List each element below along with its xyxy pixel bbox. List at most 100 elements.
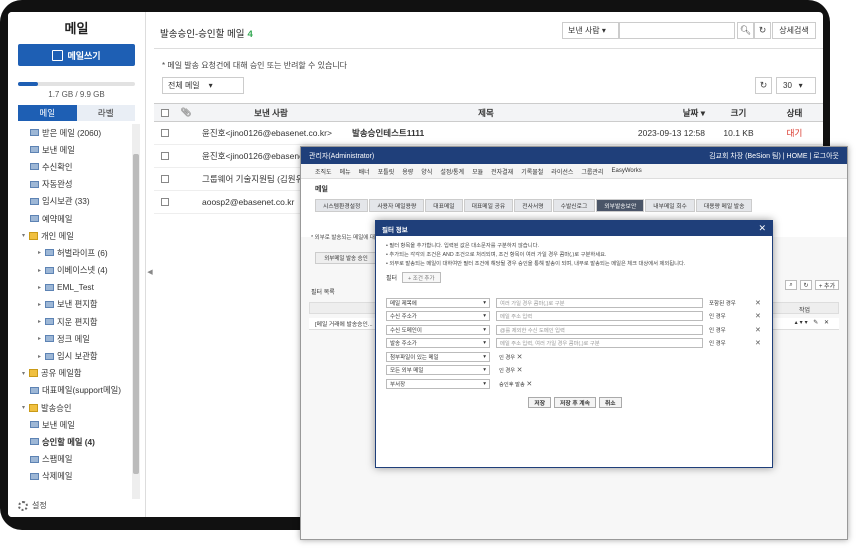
sidebar-item[interactable]: ▸ 정크 메일 xyxy=(8,330,134,347)
sidebar-item[interactable]: 스팸메일 xyxy=(8,451,134,468)
admin-nav-item[interactable]: EasyWorks xyxy=(611,168,641,174)
condition-input[interactable]: 메일 주소 입력 xyxy=(496,311,703,322)
sidebar-item[interactable]: 삭제메일 xyxy=(8,468,134,485)
remove-icon[interactable]: ✕ xyxy=(517,353,523,361)
admin-tab[interactable]: 수발신로그 xyxy=(552,199,596,212)
admin-add-button[interactable]: + 추가 xyxy=(815,280,839,290)
admin-tab[interactable]: 전사서명 xyxy=(514,199,552,212)
settings-button[interactable]: 설정 xyxy=(18,500,47,511)
collapse-handle[interactable]: ◀ xyxy=(146,252,154,292)
remove-icon[interactable]: ✕ xyxy=(755,299,761,307)
table-row[interactable]: 윤진호<jino0126@ebasenet.co.kr> 발송승인테스트1111 2… xyxy=(154,122,823,145)
condition-input[interactable]: 메일 주소 입력, 여러 가일 경우 콤마(,)로 구분 xyxy=(496,338,703,349)
tab-label[interactable]: 라벨 xyxy=(76,105,135,121)
admin-tab[interactable]: 대용량 메일 발송 xyxy=(695,199,753,212)
col-status[interactable]: 상태 xyxy=(766,107,823,119)
admin-nav-item[interactable]: 조직도 xyxy=(315,167,332,176)
col-subject[interactable]: 제목 xyxy=(346,107,626,119)
admin-nav-item[interactable]: 그룹관리 xyxy=(581,167,603,176)
sidebar-item[interactable]: 예약메일 xyxy=(8,210,134,227)
sidebar-item[interactable]: ▸ 허벌라이프 (6) xyxy=(8,244,134,261)
admin-nav-item[interactable]: 기록물철 xyxy=(521,167,543,176)
save-button[interactable]: 저장 xyxy=(528,397,552,408)
condition-input[interactable]: 여러 가일 경우 콤마(,)로 구분 xyxy=(496,297,703,308)
sidebar-item[interactable]: 승인할 메일 (4) xyxy=(8,433,134,450)
sidebar-item[interactable]: 보낸 메일 xyxy=(8,141,134,158)
list-refresh-button[interactable]: ↻ xyxy=(755,77,772,94)
refresh-button[interactable]: ↻ xyxy=(754,22,771,39)
admin-nav-item[interactable]: 용량 xyxy=(402,167,413,176)
remove-icon[interactable]: ✕ xyxy=(526,380,532,388)
admin-nav-item[interactable]: 모듈 xyxy=(472,167,483,176)
sidebar-item[interactable]: 받은 메일 (2060) xyxy=(8,124,134,141)
select-all-checkbox[interactable] xyxy=(161,108,169,117)
row-checkbox[interactable] xyxy=(161,129,169,137)
sidebar-item[interactable]: 자동완성 xyxy=(8,176,134,193)
sidebar-item[interactable]: ▾ 개인 메일 xyxy=(8,227,134,244)
sidebar-item[interactable]: ▾ 공유 메일함 xyxy=(8,365,134,382)
cancel-button[interactable]: 취소 xyxy=(598,397,622,408)
admin-search-button[interactable]: ⌕ xyxy=(785,280,797,290)
admin-nav-item[interactable]: 라이선스 xyxy=(551,167,573,176)
chevron-icon[interactable]: ▾ xyxy=(22,404,29,411)
sidebar-scrollbar[interactable] xyxy=(132,124,140,499)
tab-mail[interactable]: 메일 xyxy=(18,105,77,121)
sidebar-item[interactable]: ▸ 지운 편지함 xyxy=(8,313,134,330)
sidebar-item[interactable]: ▸ EML_Test xyxy=(8,279,134,296)
chevron-icon[interactable]: ▸ xyxy=(38,335,45,342)
compose-button[interactable]: 메일쓰기 xyxy=(18,44,135,66)
subject-cell[interactable]: 발송승인테스트1111 xyxy=(346,127,626,139)
chevron-icon[interactable]: ▾ xyxy=(22,370,29,377)
col-size[interactable]: 크기 xyxy=(711,107,766,119)
detail-search-button[interactable]: 상세검색 xyxy=(772,22,816,39)
admin-nav-item[interactable]: 메뉴 xyxy=(340,167,351,176)
admin-refresh-button[interactable]: ↻ xyxy=(800,280,812,290)
sidebar-item[interactable]: 임시보관 (33) xyxy=(8,193,134,210)
admin-nav-item[interactable]: 배너 xyxy=(359,167,370,176)
chevron-icon[interactable]: ▸ xyxy=(38,301,45,308)
chevron-icon[interactable]: ▾ xyxy=(22,232,29,239)
search-scope-select[interactable]: 보낸 사람 ▾ xyxy=(562,22,619,39)
admin-tab[interactable]: 대표메일 공유 xyxy=(463,199,514,212)
sidebar-item[interactable]: ▸ 이베이스넷 (4) xyxy=(8,262,134,279)
admin-sub-tab[interactable]: 외부메일 발송 승인 xyxy=(315,252,377,264)
sidebar-item[interactable]: 보낸 메일 xyxy=(8,416,134,433)
sidebar-item[interactable]: 수신확인 xyxy=(8,158,134,175)
chevron-icon[interactable]: ▸ xyxy=(38,284,45,291)
remove-icon[interactable]: ✕ xyxy=(517,366,523,374)
admin-tab[interactable]: 내부메일 회수 xyxy=(645,199,695,212)
chevron-icon[interactable]: ▸ xyxy=(38,318,45,325)
sidebar-item[interactable]: ▸ 임시 보관함 xyxy=(8,347,134,364)
admin-tab[interactable]: 시스템환경설정 xyxy=(315,199,369,212)
condition-field-select[interactable]: 수신 도메인이 ▾ xyxy=(386,324,490,335)
condition-field-select[interactable]: 메일 제목에 ▾ xyxy=(386,297,490,308)
save-continue-button[interactable]: 저장 후 계속 xyxy=(554,397,596,408)
row-checkbox[interactable] xyxy=(161,198,169,206)
search-input[interactable] xyxy=(619,22,735,39)
sidebar-item[interactable]: ▾ 발송승인 xyxy=(8,399,134,416)
sidebar-item[interactable]: 대표메일(support메일) xyxy=(8,382,134,399)
col-date[interactable]: 날짜 ▾ xyxy=(626,107,711,119)
search-button[interactable]: 🔍︎ xyxy=(737,22,754,39)
per-page-select[interactable]: 30 ▾ xyxy=(776,77,816,94)
admin-nav-item[interactable]: 설정/통계 xyxy=(440,167,464,176)
admin-tab[interactable]: 외부발송보안 xyxy=(596,199,645,212)
condition-field-select[interactable]: 발송 주소가 ▾ xyxy=(386,338,490,349)
sender-cell[interactable]: 윤진호<jino0126@ebasenet.co.kr> xyxy=(196,127,346,139)
admin-tab[interactable]: 대표메일 xyxy=(425,199,463,212)
condition-field-select[interactable]: 첨부파일이 있는 메일 ▾ xyxy=(386,351,490,362)
remove-icon[interactable]: ✕ xyxy=(755,312,761,320)
chevron-icon[interactable]: ▸ xyxy=(38,267,45,274)
add-condition-button[interactable]: + 조건 추가 xyxy=(402,272,441,283)
close-icon[interactable]: ✕ xyxy=(758,223,766,234)
scroll-thumb[interactable] xyxy=(133,154,139,474)
chevron-icon[interactable]: ▸ xyxy=(38,353,45,360)
row-controls[interactable]: ▴▾▾ ✎ ✕ xyxy=(795,319,831,326)
chevron-icon[interactable]: ▸ xyxy=(38,249,45,256)
condition-field-select[interactable]: 부서장 ▾ xyxy=(386,378,490,389)
admin-home-link[interactable]: HOME xyxy=(787,153,808,160)
admin-nav-item[interactable]: 포틀릿 xyxy=(378,167,395,176)
row-checkbox[interactable] xyxy=(161,175,169,183)
condition-field-select[interactable]: 모든 외부 메일 ▾ xyxy=(386,365,490,376)
sidebar-item[interactable]: ▸ 보낸 편지함 xyxy=(8,296,134,313)
